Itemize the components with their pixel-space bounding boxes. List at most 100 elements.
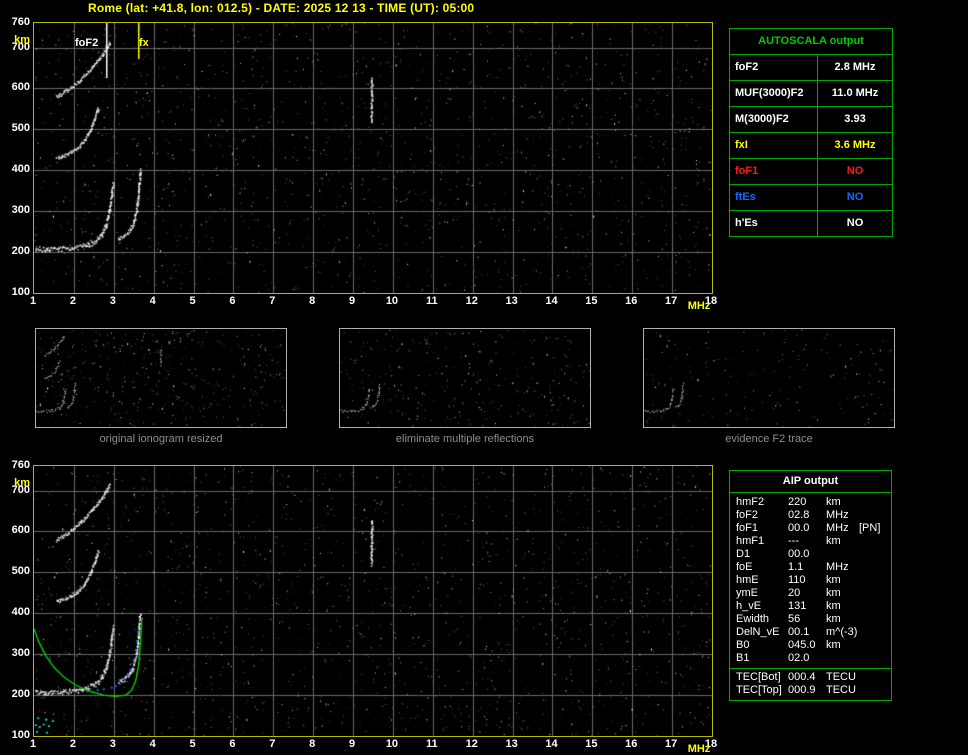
aip-unit: MHz (826, 561, 849, 573)
thumbnail-caption-f2trace: evidence F2 trace (725, 433, 813, 445)
thumbnail-canvas-reflections (340, 329, 590, 427)
aip-value: 00.0 (788, 548, 810, 560)
aip-value: 000.4 (788, 671, 816, 683)
autoscala-param-label: MUF(3000)F2 (730, 81, 818, 106)
y-axis-tick-500-plot2: 500 (11, 565, 30, 578)
x-axis-tick-10-plot2: 10 (385, 738, 399, 750)
y-axis-tick-760-plot1: 760 (11, 16, 30, 28)
fx-marker-label: fx (139, 37, 149, 49)
autoscala-output-table: AUTOSCALA output foF2 2.8 MHz MUF(3000)F2 1… (729, 28, 893, 237)
aip-name: hmF2 (736, 496, 765, 508)
aip-unit: km (826, 639, 841, 651)
aip-unit: km (826, 574, 841, 586)
x-axis-tick-9-plot2: 9 (348, 738, 356, 750)
x-axis-tick-5-plot2: 5 (189, 738, 196, 750)
aip-value: 00.1 (788, 626, 810, 638)
aip-name: TEC[Bot] (736, 671, 781, 683)
x-axis-tick-17-plot1: 17 (664, 295, 678, 307)
x-axis-tick-17-plot2: 17 (664, 738, 678, 750)
x-axis-tick-13-plot2: 13 (505, 738, 518, 750)
aip-value: 56 (788, 613, 801, 625)
aip-table-header: AIP output (730, 471, 891, 493)
aip-value: 1.1 (788, 561, 804, 573)
aip-table-separator (730, 668, 891, 669)
aip-unit: km (826, 535, 841, 547)
autoscala-table-header: AUTOSCALA output (730, 29, 892, 55)
aip-name: B0 (736, 639, 750, 651)
x-axis-tick-2-plot1: 2 (69, 295, 76, 307)
thumbnail-f2-trace-evidence (643, 328, 895, 428)
autoscala-row-MUF3000F2: MUF(3000)F2 11.0 MHz (730, 81, 892, 107)
aip-tec-row-TECTop: TEC[Top] 000.9 TECU (730, 684, 891, 697)
ionogram-plot-bottom (33, 465, 713, 737)
aip-tec-rows: TEC[Bot] 000.4 TECU TEC[Top] 000.9 TECU (730, 671, 891, 697)
thumbnail-caption-reflections: eliminate multiple reflections (395, 433, 535, 445)
x-axis-tick-13-plot1: 13 (505, 295, 518, 307)
x-axis-tick-4-plot1: 4 (149, 295, 156, 307)
x-axis-tick-11-plot1: 11 (425, 295, 438, 307)
aip-name: foE (736, 561, 753, 573)
aip-unit: TECU (826, 671, 856, 683)
x-axis-tick-3-plot2: 3 (109, 738, 116, 750)
aip-row-B1: B1 02.0 (730, 652, 891, 665)
aip-unit: m^(-3) (826, 626, 858, 638)
aip-row-B0: B0 045.0 km (730, 639, 891, 652)
autoscala-param-value: NO (846, 217, 864, 229)
y-axis-tick-300-plot1: 300 (11, 204, 30, 217)
aip-name: hmE (736, 574, 759, 586)
y-axis-unit-plot2: km (14, 477, 30, 489)
y-axis-unit-plot1: km (14, 34, 30, 46)
x-axis-tick-8-plot2: 8 (309, 738, 316, 750)
aip-row-hmF2: hmF2 220 km (730, 496, 891, 509)
aip-value: 02.0 (788, 652, 810, 664)
autoscala-param-value: 3.6 MHz (834, 139, 876, 151)
aip-name: DelN_vE (736, 626, 780, 638)
aip-name: TEC[Top] (736, 684, 782, 696)
autoscala-row-ftEs: ftEs NO (730, 185, 892, 211)
y-axis-tick-400-plot2: 400 (11, 606, 30, 619)
x-axis-tick-15-plot1: 15 (585, 295, 598, 307)
y-axis-tick-300-plot2: 300 (11, 647, 30, 660)
aip-name: ymE (736, 587, 758, 599)
aip-value: 000.9 (788, 684, 816, 696)
aip-unit: MHz (826, 522, 849, 534)
aip-value: 220 (788, 496, 807, 508)
aip-value: 131 (788, 600, 807, 612)
aip-name: foF2 (736, 509, 759, 521)
x-axis-tick-4-plot2: 4 (149, 738, 156, 750)
thumbnail-caption-original: original ionogram resized (99, 433, 223, 445)
x-axis-tick-12-plot1: 12 (465, 295, 478, 307)
aip-unit: km (826, 496, 841, 508)
aip-name: B1 (736, 652, 750, 664)
aip-unit: km (826, 587, 841, 599)
x-axis-tick-7-plot1: 7 (269, 295, 276, 307)
aip-row-ymE: ymE 20 km (730, 587, 891, 600)
autoscala-row-fxI: fxI 3.6 MHz (730, 133, 892, 159)
x-axis-tick-11-plot2: 11 (425, 738, 438, 750)
y-axis-tick-200-plot1: 200 (11, 245, 30, 258)
autoscala-row-foF1: foF1 NO (730, 159, 892, 185)
aip-row-foF1: foF1 00.0 MHz [PN] (730, 522, 891, 535)
x-axis-tick-2-plot2: 2 (69, 738, 76, 750)
foF2-marker-label: foF2 (75, 37, 99, 49)
aip-value: 110 (788, 574, 806, 586)
autoscala-param-label: ftEs (730, 185, 818, 210)
autoscala-param-label: M(3000)F2 (730, 107, 818, 132)
aip-row-hvE: h_vE 131 km (730, 600, 891, 613)
x-axis-tick-16-plot1: 16 (625, 295, 638, 307)
aip-table-rows: hmF2 220 km foF2 02.8 MHz foF1 00.0 MHz [PN] hmF1 -… (730, 496, 891, 665)
aip-row-Ewidth: Ewidth 56 km (730, 613, 891, 626)
y-axis-tick-200-plot2: 200 (11, 688, 30, 701)
x-axis-tick-15-plot2: 15 (585, 738, 598, 750)
x-axis-unit-plot2: MHz (687, 743, 711, 755)
aip-unit: MHz (826, 509, 849, 521)
aip-unit: TECU (826, 684, 856, 696)
x-axis-tick-16-plot2: 16 (625, 738, 638, 750)
aip-row-DelNvE: DelN_vE 00.1 m^(-3) (730, 626, 891, 639)
aip-value: 00.0 (788, 522, 810, 534)
y-axis-tick-760-plot2: 760 (11, 459, 30, 471)
x-axis-tick-1-plot1: 1 (29, 295, 37, 307)
aip-name: h_vE (736, 600, 762, 612)
autoscala-row-M3000F2: M(3000)F2 3.93 (730, 107, 892, 133)
ionogram-canvas-top (34, 23, 712, 293)
